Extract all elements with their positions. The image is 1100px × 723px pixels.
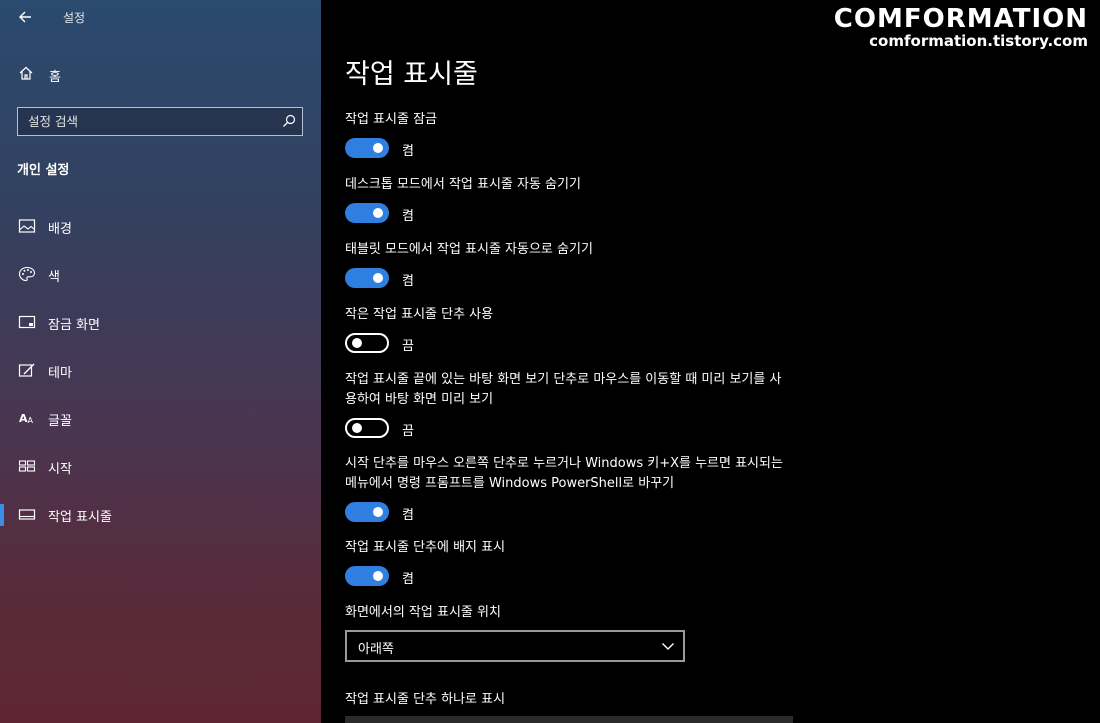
section-title: 개인 설정 bbox=[17, 163, 70, 178]
toggle-state: 끔 bbox=[402, 424, 414, 439]
lock-taskbar-toggle[interactable] bbox=[345, 138, 389, 158]
start-icon bbox=[18, 460, 36, 472]
app-title: 설정 bbox=[63, 11, 86, 25]
sidebar-item-taskbar[interactable]: 작업 표시줄 bbox=[0, 493, 321, 541]
position-dropdown[interactable]: 아래쪽 bbox=[345, 630, 685, 662]
autohide-desktop-toggle[interactable] bbox=[345, 203, 389, 223]
sidebar-item-label: 색 bbox=[48, 270, 60, 285]
sidebar-item-label: 테마 bbox=[48, 366, 72, 381]
sidebar-nav: 배경 색 잠금 화면 테마 A A 글꼴 시작 작업 표시줄 bbox=[0, 205, 321, 541]
toggle-knob bbox=[373, 208, 383, 218]
toggle-row: 켬 bbox=[345, 202, 790, 226]
sidebar-item-lock-screen[interactable]: 잠금 화면 bbox=[0, 301, 321, 349]
toggle-row: 켬 bbox=[345, 565, 790, 589]
setting-label: 작업 표시줄 단추 하나로 표시 bbox=[345, 692, 506, 707]
toggle-state: 켬 bbox=[402, 209, 414, 224]
setting-label: 작업 표시줄 잠금 bbox=[345, 112, 437, 127]
sidebar-item-home[interactable]: 홈 bbox=[0, 62, 321, 86]
setting-label: 태블릿 모드에서 작업 표시줄 자동으로 숨기기 bbox=[345, 242, 593, 257]
toggle-knob bbox=[373, 273, 383, 283]
watermark: COMFORMATION comformation.tistory.com bbox=[834, 4, 1088, 50]
setting-label: 시작 단추를 마우스 오른쪽 단추로 누르거나 Windows 키+X를 누르면… bbox=[345, 456, 783, 491]
setting-autohide-desktop: 데스크톱 모드에서 작업 표시줄 자동 숨기기 켬 bbox=[345, 175, 790, 226]
setting-label: 작업 표시줄 끝에 있는 바탕 화면 보기 단추로 마우스를 이동할 때 미리 … bbox=[345, 372, 782, 407]
setting-label: 작은 작업 표시줄 단추 사용 bbox=[345, 307, 494, 322]
search-input[interactable] bbox=[18, 108, 276, 134]
sidebar-item-label: 시작 bbox=[48, 462, 72, 477]
main-content: 작업 표시줄 작업 표시줄 잠금 켬 데스크톱 모드에서 작업 표시줄 자동 숨… bbox=[321, 0, 1100, 723]
picture-icon bbox=[18, 219, 36, 233]
toggle-state: 켬 bbox=[402, 144, 414, 159]
palette-icon bbox=[18, 266, 36, 282]
setting-small-buttons: 작은 작업 표시줄 단추 사용 끔 bbox=[345, 305, 790, 356]
setting-lock-taskbar: 작업 표시줄 잠금 켬 bbox=[345, 110, 790, 161]
watermark-title: COMFORMATION bbox=[833, 4, 1088, 34]
toggle-knob bbox=[352, 338, 362, 348]
toggle-state: 끔 bbox=[402, 339, 414, 354]
theme-icon bbox=[18, 363, 35, 377]
title-bar: 설정 bbox=[0, 0, 321, 34]
watermark-url: comformation.tistory.com bbox=[869, 32, 1088, 50]
sidebar-item-label: 잠금 화면 bbox=[48, 318, 100, 333]
badges-toggle[interactable] bbox=[345, 566, 389, 586]
small-buttons-toggle[interactable] bbox=[345, 333, 389, 353]
autohide-tablet-toggle[interactable] bbox=[345, 268, 389, 288]
toggle-knob bbox=[373, 143, 383, 153]
powershell-toggle[interactable] bbox=[345, 502, 389, 522]
setting-combine: 작업 표시줄 단추 하나로 표시 bbox=[345, 690, 790, 710]
toggle-row: 끔 bbox=[345, 332, 790, 356]
peek-toggle[interactable] bbox=[345, 418, 389, 438]
sidebar-item-start[interactable]: 시작 bbox=[0, 445, 321, 493]
toggle-row: 끔 bbox=[345, 417, 790, 441]
combine-dropdown[interactable] bbox=[345, 716, 793, 723]
toggle-state: 켬 bbox=[402, 572, 414, 587]
sidebar-item-background[interactable]: 배경 bbox=[0, 205, 321, 253]
chevron-down-icon bbox=[662, 643, 674, 650]
taskbar-icon bbox=[18, 509, 36, 520]
toggle-knob bbox=[373, 571, 383, 581]
back-arrow-icon[interactable] bbox=[16, 7, 36, 27]
sidebar-item-label: 글꼴 bbox=[48, 414, 72, 429]
sidebar-item-home-label: 홈 bbox=[49, 70, 61, 85]
sidebar-item-fonts[interactable]: A A 글꼴 bbox=[0, 397, 321, 445]
font-icon: A A bbox=[19, 412, 34, 425]
toggle-state: 켬 bbox=[402, 274, 414, 289]
setting-label: 화면에서의 작업 표시줄 위치 bbox=[345, 605, 501, 620]
toggle-knob bbox=[373, 507, 383, 517]
search-icon[interactable] bbox=[282, 114, 296, 128]
toggle-row: 켬 bbox=[345, 501, 790, 525]
sidebar-item-label: 배경 bbox=[48, 222, 72, 237]
sidebar-item-theme[interactable]: 테마 bbox=[0, 349, 321, 397]
home-icon bbox=[19, 66, 33, 80]
setting-label: 작업 표시줄 단추에 배지 표시 bbox=[345, 540, 506, 555]
dropdown-value: 아래쪽 bbox=[358, 642, 394, 657]
setting-peek: 작업 표시줄 끝에 있는 바탕 화면 보기 단추로 마우스를 이동할 때 미리 … bbox=[345, 370, 790, 441]
toggle-row: 켬 bbox=[345, 267, 790, 291]
sidebar: 설정 홈 개인 설정 배경 색 bbox=[0, 0, 321, 723]
svg-text:A: A bbox=[28, 416, 34, 425]
search-box[interactable] bbox=[17, 107, 303, 136]
selection-indicator bbox=[0, 504, 4, 526]
setting-badges: 작업 표시줄 단추에 배지 표시 켬 bbox=[345, 538, 790, 589]
sidebar-item-color[interactable]: 색 bbox=[0, 253, 321, 301]
toggle-knob bbox=[352, 423, 362, 433]
lock-screen-icon bbox=[18, 315, 36, 329]
setting-position: 화면에서의 작업 표시줄 위치 bbox=[345, 603, 790, 623]
setting-label: 데스크톱 모드에서 작업 표시줄 자동 숨기기 bbox=[345, 177, 581, 192]
toggle-row: 켬 bbox=[345, 137, 790, 161]
setting-powershell: 시작 단추를 마우스 오른쪽 단추로 누르거나 Windows 키+X를 누르면… bbox=[345, 454, 790, 525]
setting-autohide-tablet: 태블릿 모드에서 작업 표시줄 자동으로 숨기기 켬 bbox=[345, 240, 790, 291]
sidebar-item-label: 작업 표시줄 bbox=[48, 510, 112, 525]
page-title: 작업 표시줄 bbox=[345, 59, 478, 90]
toggle-state: 켬 bbox=[402, 508, 414, 523]
